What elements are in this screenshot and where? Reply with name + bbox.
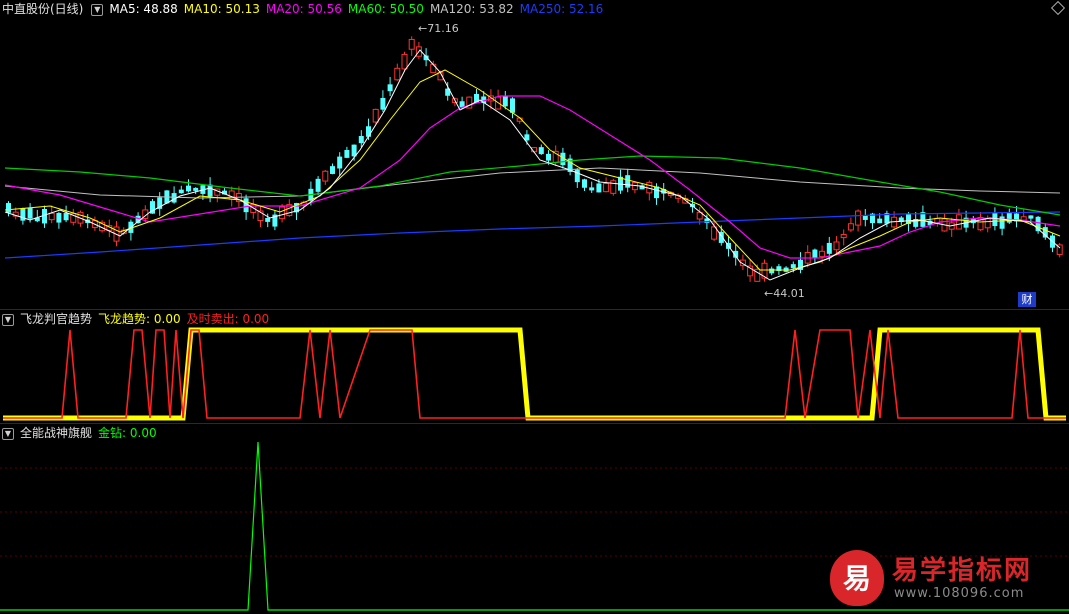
candle-body bbox=[999, 216, 1005, 229]
candle-body bbox=[610, 180, 617, 194]
watermark-url: www.108096.com bbox=[894, 586, 1025, 601]
candle-body bbox=[56, 213, 62, 223]
candle-body bbox=[186, 185, 191, 192]
high-price-label: ←71.16 bbox=[418, 22, 459, 35]
ma120-line bbox=[4, 167, 1061, 199]
sell-signal-line bbox=[3, 329, 1066, 419]
candle-body bbox=[178, 189, 184, 194]
low-price-value: 44.01 bbox=[773, 287, 805, 300]
candle-body bbox=[1028, 215, 1034, 219]
candle-body bbox=[502, 95, 508, 107]
candle-body bbox=[769, 268, 775, 274]
candle-body bbox=[1020, 216, 1027, 221]
candle-body bbox=[228, 190, 235, 200]
candle-body bbox=[207, 184, 213, 197]
high-arrow-icon: ← bbox=[418, 22, 428, 35]
low-arrow-icon: ← bbox=[764, 287, 774, 300]
watermark: 易 易学指标网 www.108096.com bbox=[830, 548, 1060, 610]
candle-body bbox=[877, 218, 883, 224]
candle-body bbox=[380, 97, 386, 110]
candle-body bbox=[265, 218, 271, 222]
candle-body bbox=[387, 84, 393, 92]
candle-body bbox=[337, 156, 343, 169]
watermark-title: 易学指标网 bbox=[892, 556, 1033, 586]
candle-body bbox=[315, 178, 321, 192]
candle-body bbox=[920, 212, 926, 227]
candle-body bbox=[1042, 227, 1048, 238]
candle-body bbox=[510, 98, 515, 113]
candle-body bbox=[790, 264, 796, 269]
candle-body bbox=[819, 250, 826, 258]
candle-body bbox=[855, 210, 862, 226]
candlestick-chart bbox=[4, 36, 1063, 282]
candle-body bbox=[6, 203, 11, 213]
candle-body bbox=[992, 212, 998, 227]
candle-body bbox=[984, 218, 991, 229]
candle-body bbox=[574, 169, 580, 183]
candle-body bbox=[322, 170, 329, 182]
candle-body bbox=[330, 166, 335, 174]
high-price-value: 71.16 bbox=[427, 22, 459, 35]
financial-report-marker[interactable]: 财 bbox=[1018, 292, 1036, 307]
candle-body bbox=[401, 53, 408, 70]
candle-body bbox=[596, 183, 602, 193]
candle-body bbox=[344, 150, 350, 158]
candle-body bbox=[366, 126, 371, 137]
candle-body bbox=[654, 186, 659, 199]
candle-body bbox=[833, 241, 840, 251]
candle-body bbox=[63, 213, 69, 221]
main-chart-panel[interactable]: 中直股份(日线) ▼ MA5: 48.88 MA10: 50.13 MA20: 50.5… bbox=[0, 0, 1069, 308]
candle-body bbox=[812, 249, 818, 259]
candle-body bbox=[27, 207, 33, 219]
indicator-panel-1[interactable]: ▼ 飞龙判官趋势 飞龙趋势: 0.00 及时卖出: 0.00 bbox=[0, 310, 1069, 423]
ma60-line bbox=[4, 155, 1061, 216]
candle-body bbox=[625, 175, 631, 188]
candle-body bbox=[430, 63, 437, 74]
trend-line bbox=[3, 327, 1066, 421]
indicator-1-chart bbox=[3, 327, 1066, 421]
candle-body bbox=[603, 183, 610, 193]
candle-body bbox=[372, 108, 379, 123]
candle-body bbox=[193, 187, 199, 191]
candle-body bbox=[840, 234, 847, 239]
candle-body bbox=[546, 153, 551, 161]
candle-body bbox=[847, 223, 854, 231]
candle-body bbox=[589, 187, 595, 191]
candle-body bbox=[826, 242, 832, 254]
candle-body bbox=[48, 212, 55, 221]
candle-body bbox=[955, 214, 962, 230]
ma20-line bbox=[4, 95, 1061, 259]
candle-body bbox=[408, 38, 415, 50]
candles-group bbox=[6, 36, 1063, 282]
candle-body bbox=[582, 179, 587, 188]
candle-body bbox=[358, 136, 364, 144]
candle-body bbox=[394, 67, 401, 81]
ma10-line bbox=[4, 69, 1061, 271]
watermark-logo-icon: 易 bbox=[830, 550, 884, 606]
low-price-label: ←44.01 bbox=[764, 287, 805, 300]
candle-body bbox=[862, 215, 868, 220]
candle-body bbox=[538, 147, 544, 155]
candle-body bbox=[279, 206, 286, 220]
